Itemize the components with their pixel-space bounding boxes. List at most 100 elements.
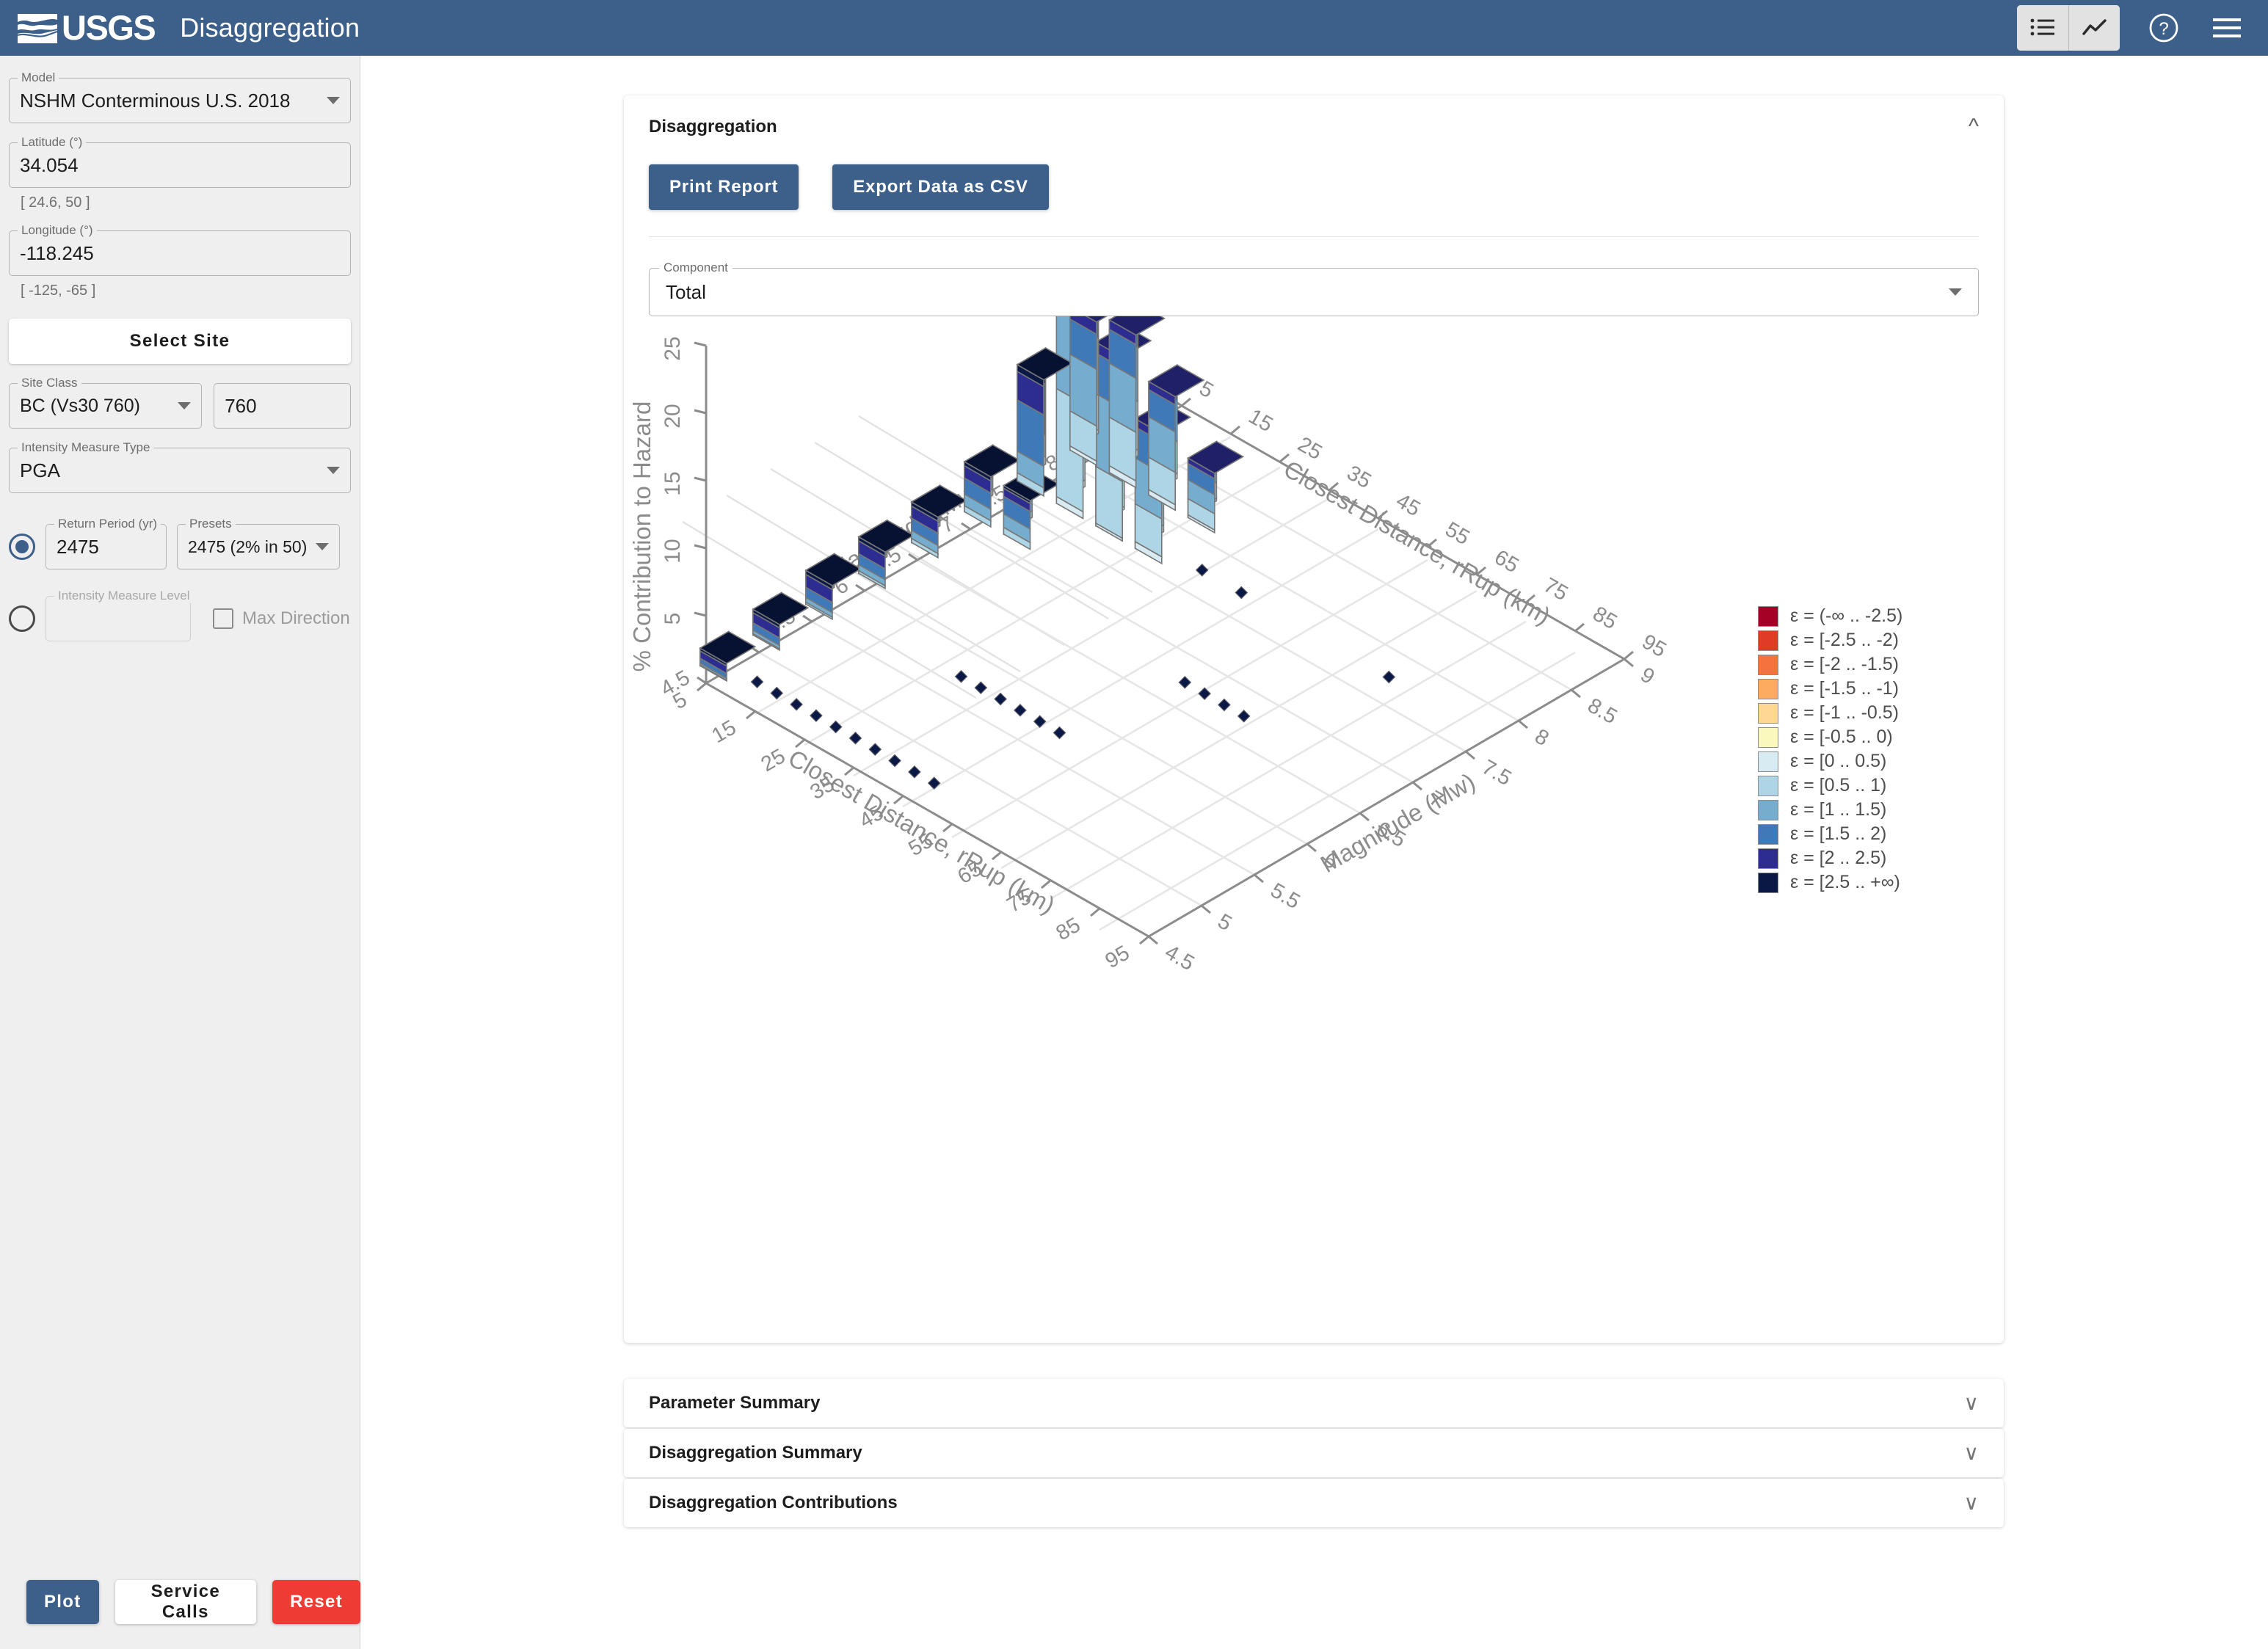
component-value: Total [666, 280, 706, 303]
chevron-down-icon: ∨ [1963, 1391, 1980, 1414]
legend-swatch [1758, 630, 1778, 651]
floor-marker [1178, 675, 1192, 689]
menu-button[interactable] [2208, 9, 2246, 47]
accordion-parameter-summary[interactable]: Parameter Summary ∨ [624, 1379, 2004, 1427]
presets-select[interactable]: Presets 2475 (2% in 50) [177, 517, 340, 569]
floor-marker [1014, 703, 1027, 717]
z-tick-25: 25 [661, 336, 685, 360]
chevron-down-icon [1949, 288, 1962, 296]
select-site-group: Select Site [9, 318, 351, 364]
model-label: Model [18, 70, 59, 85]
legend-item: ε = [2 .. 2.5) [1758, 846, 1902, 870]
accordion-title: Parameter Summary [649, 1393, 821, 1413]
legend-item: ε = [1.5 .. 2) [1758, 822, 1902, 846]
vs30-input[interactable]: 760 [214, 383, 351, 429]
legend-swatch [1758, 848, 1778, 869]
disaggregation-card: Disaggregation ^ Print Report Export Dat… [624, 95, 2004, 1343]
longitude-value: -118.245 [20, 241, 94, 264]
accordion-disaggregation-contributions[interactable]: Disaggregation Contributions ∨ [624, 1479, 2004, 1527]
component-field-group: Component Total [624, 237, 2004, 316]
longitude-label: Longitude (°) [18, 223, 97, 238]
legend-item: ε = [-1 .. -0.5) [1758, 701, 1902, 725]
return-period-radio[interactable] [9, 534, 35, 560]
floor-marker [868, 743, 882, 757]
site-class-select[interactable]: Site Class BC (Vs30 760) [9, 376, 203, 429]
toggle-chart-view[interactable] [2068, 5, 2120, 51]
chevron-down-icon [178, 402, 192, 409]
control-sidebar: Model NSHM Conterminous U.S. 2018 Latitu… [0, 56, 360, 1649]
floor-marker [750, 675, 764, 689]
reset-button[interactable]: Reset [272, 1580, 360, 1624]
dist-front-tick-9: 95 [1102, 941, 1134, 973]
z-axis [694, 341, 708, 683]
max-direction-checkbox[interactable] [213, 608, 233, 629]
component-select[interactable]: Component Total [649, 261, 1979, 316]
legend-item: ε = [0 .. 0.5) [1758, 749, 1902, 773]
max-direction-label: Max Direction [242, 608, 350, 628]
accordion-disaggregation-summary[interactable]: Disaggregation Summary ∨ [624, 1429, 2004, 1477]
dist-front-tick-8: 85 [1053, 913, 1085, 945]
floor-marker [1198, 687, 1211, 701]
floor-marker [829, 720, 843, 734]
legend-label: ε = [2 .. 2.5) [1790, 848, 1887, 868]
return-period-value: 2475 [57, 535, 99, 558]
legend-item: ε = [0.5 .. 1) [1758, 773, 1902, 798]
chevron-down-icon [327, 97, 340, 104]
presets-label: Presets [186, 517, 236, 531]
legend-item: ε = [-0.5 .. 0) [1758, 725, 1902, 749]
distance-axis-front-title: Closest Distance, rRup (km) [784, 744, 1060, 919]
legend-swatch [1758, 702, 1778, 724]
service-calls-button[interactable]: Service Calls [115, 1580, 257, 1624]
floor-marker [1382, 670, 1396, 684]
legend-label: ε = (-∞ .. -2.5) [1790, 605, 1903, 626]
model-field-group: Model NSHM Conterminous U.S. 2018 [9, 70, 351, 123]
legend-label: ε = [-1 .. -0.5) [1790, 702, 1899, 723]
mag-front-tick-7: 8 [1531, 724, 1553, 751]
z-axis-tick-labels: 5 10 15 20 25 [661, 336, 685, 625]
list-icon [2030, 18, 2054, 36]
legend-swatch [1758, 605, 1778, 627]
latitude-input[interactable]: Latitude (°) 34.054 [9, 135, 351, 188]
model-value: NSHM Conterminous U.S. 2018 [20, 89, 291, 112]
iml-input[interactable]: Intensity Measure Level [46, 589, 194, 641]
export-csv-button[interactable]: Export Data as CSV [832, 164, 1049, 210]
mag-front-tick-1: 5 [1214, 909, 1236, 936]
z-tick-5: 5 [661, 613, 685, 625]
site-class-label: Site Class [18, 376, 81, 390]
longitude-range-hint: [ -125, -65 ] [21, 283, 96, 299]
help-button[interactable]: ? [2145, 9, 2183, 47]
header-actions: ? [2017, 5, 2246, 51]
imt-select[interactable]: Intensity Measure Type PGA [9, 440, 351, 493]
disaggregation-card-header: Disaggregation ^ [624, 95, 2004, 138]
iml-radio[interactable] [9, 605, 35, 632]
legend-item: ε = [-1.5 .. -1) [1758, 677, 1902, 701]
dist-front-tick-1: 15 [708, 716, 741, 748]
longitude-input[interactable]: Longitude (°) -118.245 [9, 223, 351, 276]
legend-label: ε = [1.5 .. 2) [1790, 823, 1887, 844]
legend-item: ε = [2.5 .. +∞) [1758, 870, 1902, 895]
return-period-input[interactable]: Return Period (yr) 2475 [46, 517, 167, 569]
floor-marker [1033, 715, 1047, 729]
chevron-up-icon[interactable]: ^ [1969, 116, 1979, 138]
return-period-row: Return Period (yr) 2475 Presets 2475 (2%… [9, 517, 351, 569]
z-tick-20: 20 [661, 404, 685, 428]
select-site-button[interactable]: Select Site [9, 318, 351, 364]
print-report-button[interactable]: Print Report [649, 164, 799, 210]
toggle-list-view[interactable] [2017, 5, 2068, 51]
floor-marker [954, 669, 968, 683]
latitude-field-group: Latitude (°) 34.054 [ 24.6, 50 ] [9, 135, 351, 211]
floor-marker [1053, 726, 1066, 740]
svg-text:?: ? [2159, 19, 2168, 39]
z-tick-15: 15 [661, 471, 685, 495]
legend-label: ε = [-2.5 .. -2) [1790, 630, 1899, 650]
z-axis-title: % Contribution to Hazard [628, 401, 655, 672]
z-tick-10: 10 [661, 539, 685, 563]
accordion-title: Disaggregation Summary [649, 1443, 862, 1463]
usgs-wave-icon [16, 11, 59, 45]
floor-marker [927, 776, 941, 790]
longitude-field-group: Longitude (°) -118.245 [ -125, -65 ] [9, 223, 351, 299]
latitude-range-hint: [ 24.6, 50 ] [21, 194, 90, 211]
plot-button[interactable]: Plot [26, 1580, 99, 1624]
model-select[interactable]: Model NSHM Conterminous U.S. 2018 [9, 70, 351, 123]
mag-front-tick-2: 5.5 [1267, 878, 1304, 914]
